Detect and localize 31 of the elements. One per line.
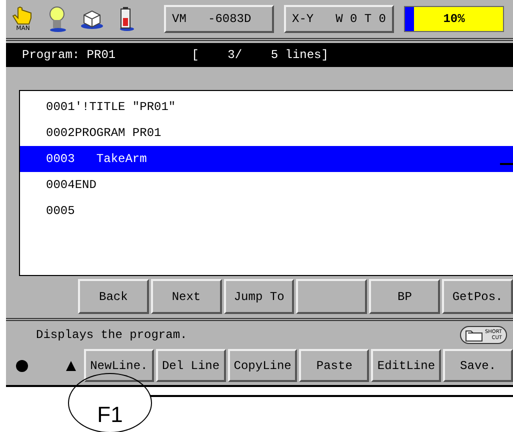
function-key[interactable]: EditLine (371, 349, 442, 382)
program-line[interactable]: 0005 (20, 198, 513, 224)
coordinate-button[interactable]: X-Y W 0 T 0 (284, 5, 394, 33)
speed-reading: 10% (443, 12, 465, 26)
hand-icon[interactable] (12, 6, 34, 26)
program-line[interactable]: 0004END (20, 172, 513, 198)
folder-icon (464, 328, 483, 342)
lightbulb-icon[interactable] (48, 6, 66, 32)
function-key[interactable]: Paste (299, 349, 370, 382)
program-line[interactable]: 0002PROGRAM PR01 (20, 120, 513, 146)
position-button[interactable]: VM -6083D (164, 5, 274, 33)
program-title: Program: PR01 (22, 48, 116, 62)
battery-icon[interactable] (118, 6, 134, 32)
function-key[interactable]: NewLine. (84, 349, 154, 382)
program-line[interactable]: 0001'!TITLE "PR01" (20, 94, 513, 120)
blank-button[interactable] (296, 279, 368, 314)
nav-button[interactable]: Next (150, 279, 222, 314)
dot-icon (16, 360, 28, 372)
leader-line (500, 163, 513, 165)
nav-button[interactable]: BP (369, 279, 440, 314)
cube-icon[interactable] (80, 9, 104, 29)
nav-button[interactable]: Jump To (224, 279, 294, 314)
message-text: Displays the program. (36, 328, 188, 342)
nav-button[interactable]: Back (78, 279, 149, 314)
function-key[interactable]: Save. (443, 349, 513, 382)
callout-label: F1 (97, 402, 123, 428)
nav-button[interactable]: GetPos. (442, 279, 513, 314)
up-triangle-icon[interactable] (66, 360, 76, 370)
line-count: [ 3/ 5 lines] (192, 48, 328, 62)
function-key[interactable]: CopyLine (228, 349, 298, 382)
function-key[interactable]: Del Line (156, 349, 226, 382)
